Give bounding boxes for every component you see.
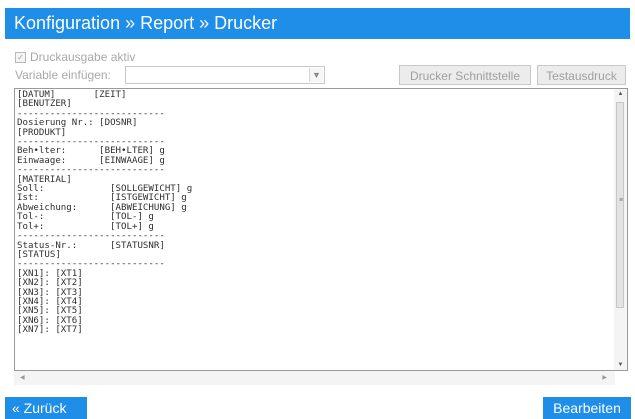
scrollbar-thumb[interactable]: ≡	[616, 102, 624, 308]
test-print-button[interactable]: Testausdruck	[537, 65, 626, 85]
checkbox-icon[interactable]: ✓	[15, 51, 26, 63]
report-template-editor[interactable]: [DATUM] [ZEIT] [BENUTZER] --------------…	[14, 88, 628, 371]
vertical-scrollbar[interactable]: ▲ ≡ ▼	[614, 89, 627, 370]
variable-label: Variable einfügen:	[15, 68, 111, 82]
back-button[interactable]: « Zurück	[5, 397, 87, 419]
chevron-down-icon[interactable]: ▼	[309, 68, 323, 82]
arrow-left-icon[interactable]: ◀	[20, 374, 25, 381]
print-enabled-label: Druckausgabe aktiv	[30, 50, 136, 64]
arrow-right-icon[interactable]: ▶	[602, 374, 607, 381]
variable-select[interactable]: ▼	[125, 66, 325, 84]
report-template-text[interactable]: [DATUM] [ZEIT] [BENUTZER] --------------…	[17, 90, 192, 336]
print-enabled-checkbox[interactable]: ✓ Druckausgabe aktiv	[15, 50, 135, 64]
page-title: Konfiguration » Report » Drucker	[5, 8, 630, 39]
horizontal-scrollbar[interactable]: ◀ ▶	[14, 371, 615, 385]
edit-button[interactable]: Bearbeiten	[543, 397, 631, 419]
arrow-up-icon[interactable]: ▲	[614, 91, 627, 97]
printer-interface-button[interactable]: Drucker Schnittstelle	[399, 65, 531, 85]
grip-icon: ≡	[618, 197, 624, 204]
arrow-down-icon[interactable]: ▼	[614, 362, 627, 368]
